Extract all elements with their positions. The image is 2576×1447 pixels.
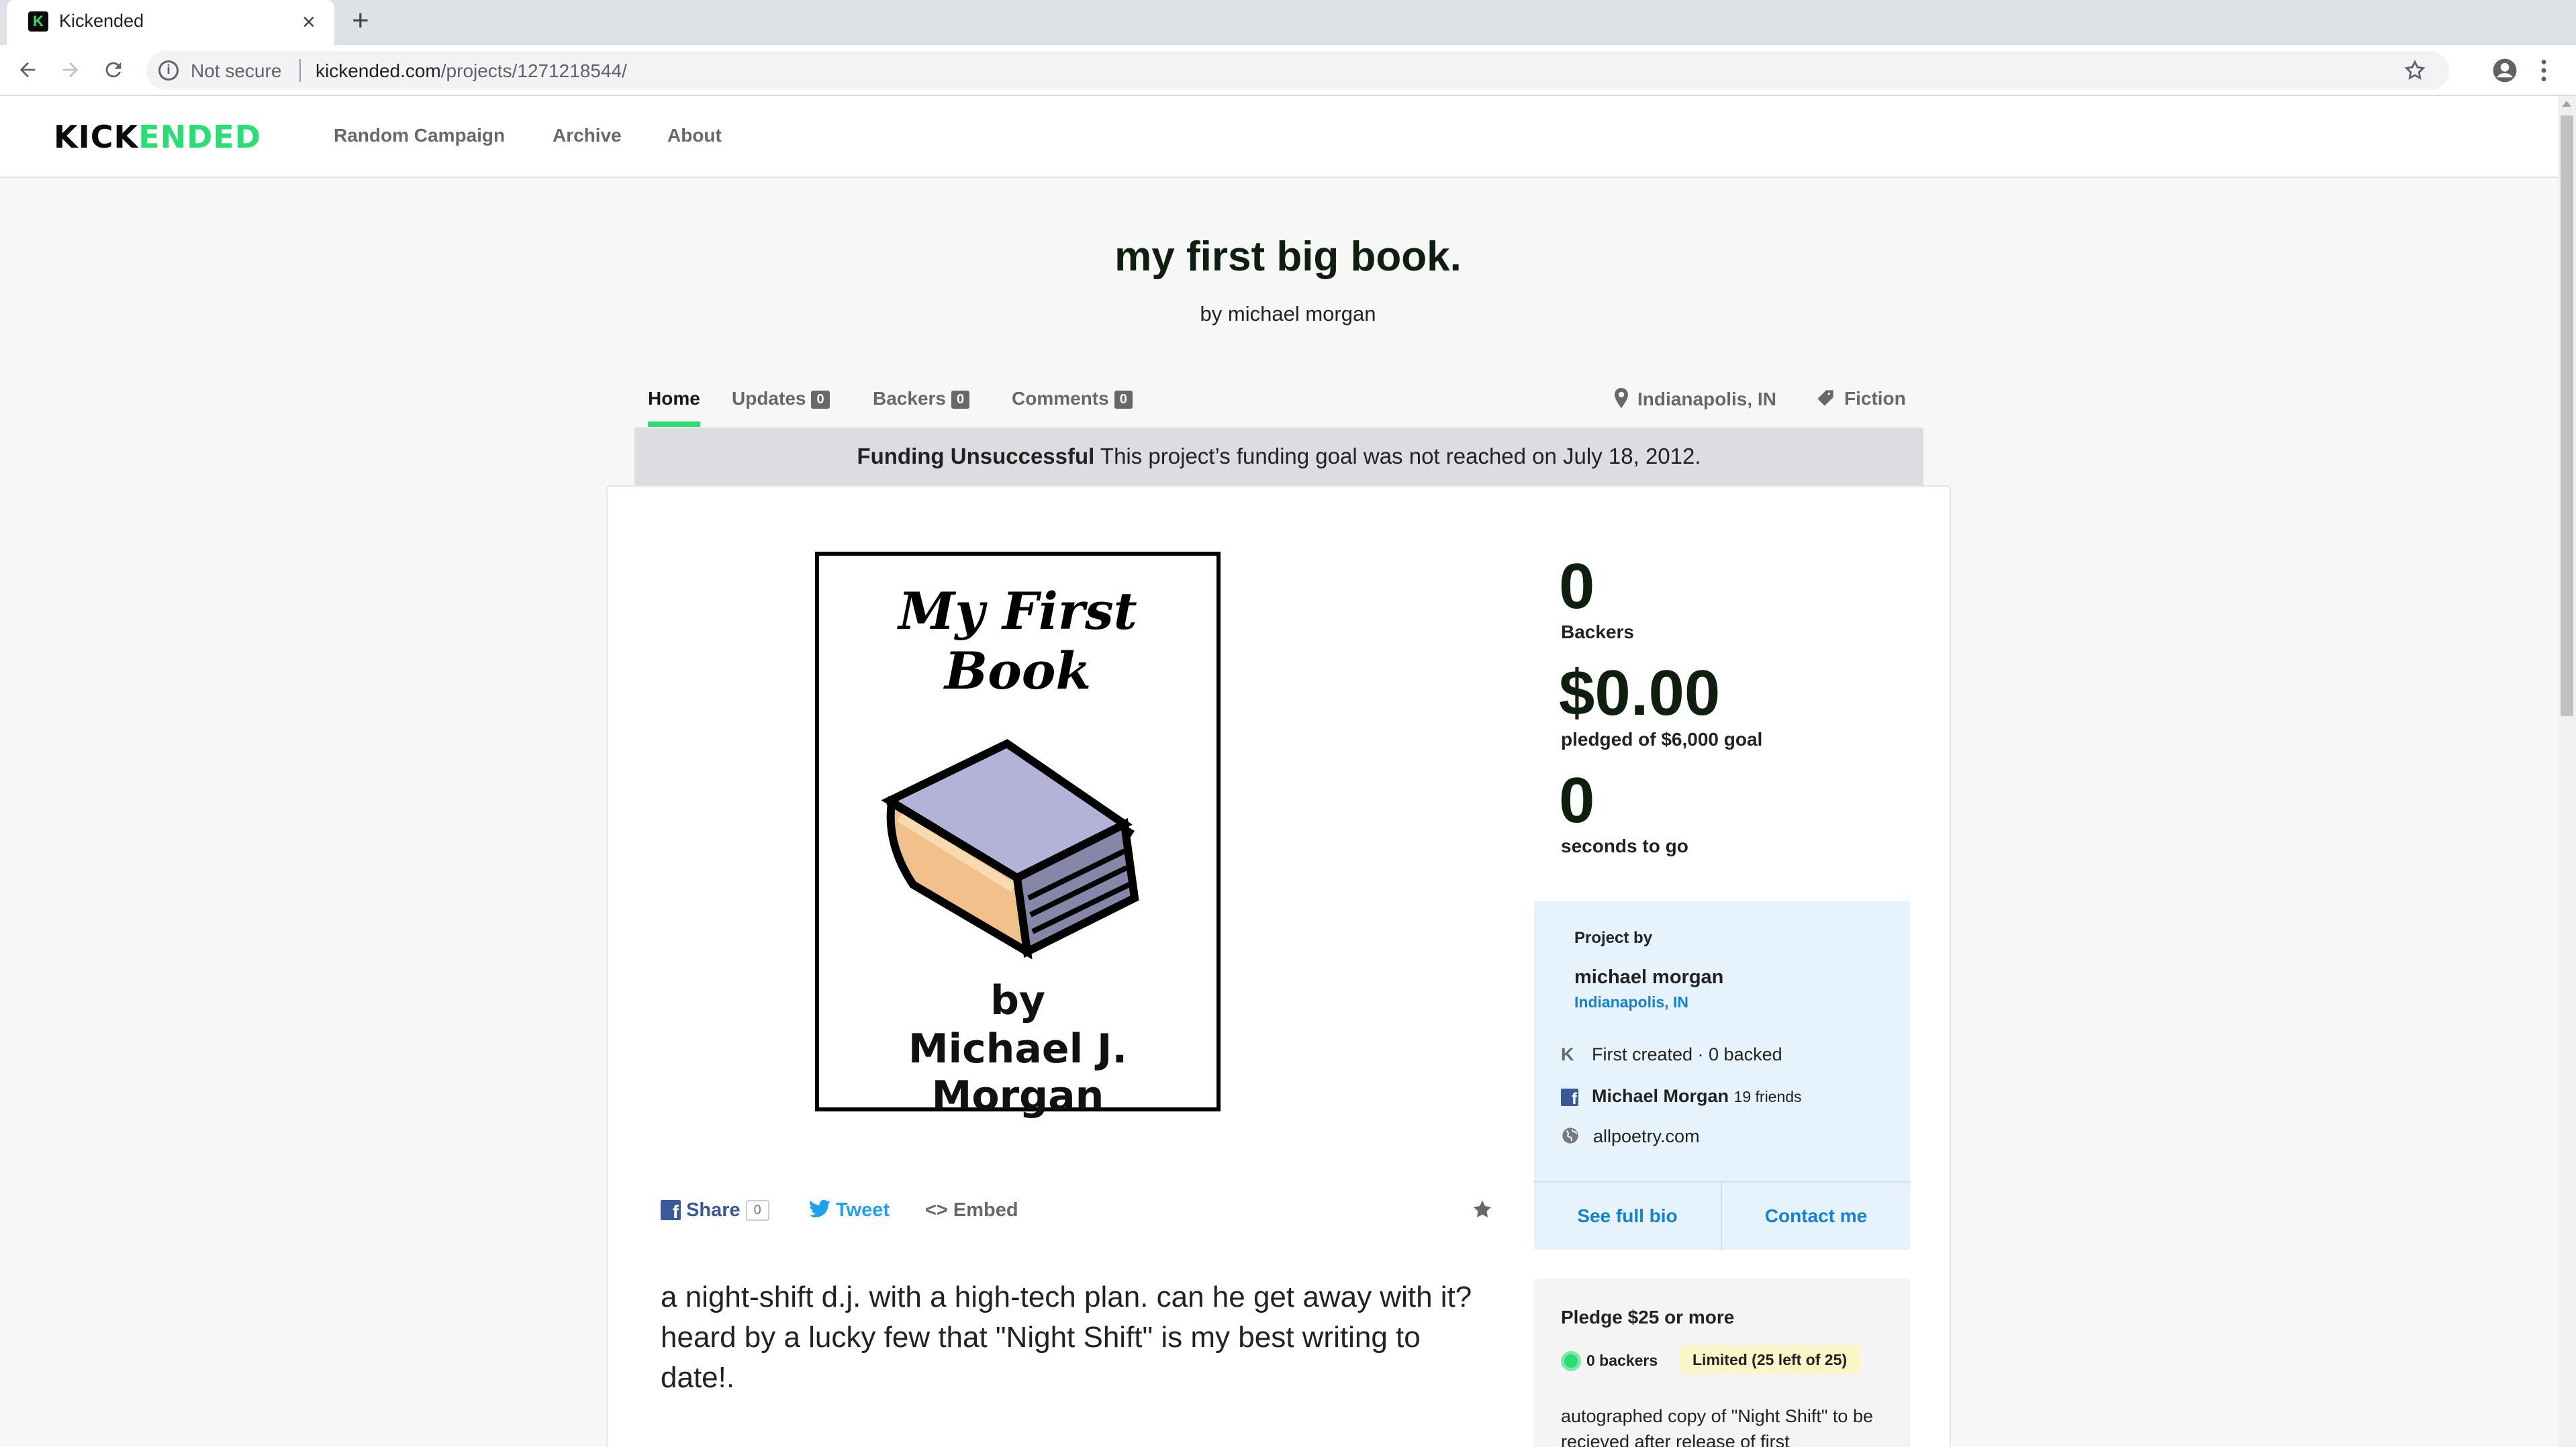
project-byline[interactable]: by michael morgan — [0, 302, 2576, 326]
back-arrow-icon[interactable] — [16, 58, 39, 81]
bookmark-star-icon[interactable] — [2403, 59, 2426, 82]
info-icon[interactable]: i — [158, 60, 179, 81]
project-blurb: a night-shift d.j. with a high-tech plan… — [661, 1281, 1472, 1394]
funding-status-label: Funding Unsuccessful — [857, 444, 1095, 468]
url-path: /projects/1271218544/ — [440, 60, 627, 81]
code-brackets-icon: <> — [925, 1199, 948, 1221]
tab-home[interactable]: Home — [648, 388, 700, 409]
share-label: Share — [686, 1199, 741, 1221]
category-label: Fiction — [1844, 388, 1906, 409]
tab-close-icon[interactable]: × — [302, 9, 316, 36]
creator-history: K First created · 0 backed — [1561, 1044, 1782, 1065]
twitter-bird-icon — [809, 1199, 830, 1218]
facebook-friends: 19 friends — [1733, 1088, 1802, 1105]
embed-label: Embed — [953, 1199, 1018, 1221]
contact-me-button[interactable]: Contact me — [1722, 1183, 1910, 1250]
time-remaining-label: seconds to go — [1561, 836, 1688, 856]
facebook-name: Michael Morgan — [1592, 1086, 1729, 1106]
share-count: 0 — [745, 1200, 769, 1221]
creator-website[interactable]: allpoetry.com — [1561, 1126, 1700, 1147]
facebook-square-icon: f — [1561, 1089, 1578, 1108]
reward-backers: 0 backers — [1561, 1351, 1658, 1371]
forward-arrow-icon[interactable] — [59, 58, 82, 81]
profile-icon[interactable] — [2492, 58, 2518, 83]
category-link[interactable]: Fiction — [1816, 388, 1906, 409]
creator-name[interactable]: michael morgan — [1574, 966, 1723, 989]
embed-button[interactable]: <> Embed — [925, 1199, 1018, 1221]
reload-icon[interactable] — [102, 58, 125, 81]
project-image[interactable]: My First Book by Michael J. Morgan — [815, 552, 1221, 1119]
backers-count: 0 — [1559, 550, 1595, 622]
tab-home-underline — [648, 421, 700, 427]
tab-updates-count: 0 — [811, 391, 830, 409]
creator-actions: See full bio Contact me — [1534, 1181, 1910, 1250]
tab-comments-label: Comments — [1012, 388, 1109, 409]
cover-by: by — [990, 977, 1046, 1024]
scrollbar-thumb[interactable] — [2561, 115, 2573, 716]
project-title: my first big book. — [1114, 234, 1462, 280]
pledged-amount: $0.00 — [1559, 657, 1721, 729]
tag-icon — [1816, 389, 1835, 407]
tab-backers-count: 0 — [951, 391, 970, 409]
funding-status-text: This project’s funding goal was not reac… — [1100, 444, 1701, 468]
url-domain: kickended.com — [316, 60, 441, 81]
reward-backers-text: 0 backers — [1586, 1352, 1658, 1369]
logo-kick: KICK — [54, 119, 139, 155]
url-divider — [299, 59, 301, 82]
nav-about[interactable]: About — [667, 125, 722, 146]
creator-facebook[interactable]: f Michael Morgan 19 friends — [1561, 1086, 1802, 1108]
browser-tab-strip — [0, 0, 2576, 45]
location-label: Indianapolis, IN — [1637, 389, 1776, 409]
creator-history-text: First created · 0 backed — [1592, 1044, 1782, 1064]
map-pin-icon — [1615, 388, 1628, 408]
creator-heading: Project by — [1574, 929, 1653, 947]
time-remaining: 0 — [1559, 764, 1595, 836]
browser-tab[interactable]: K Kickended × — [7, 0, 334, 45]
facebook-share-button[interactable]: f Share 0 — [661, 1199, 769, 1222]
creator-location[interactable]: Indianapolis, IN — [1574, 993, 1688, 1011]
address-bar[interactable]: i Not secure kickended.com/projects/1271… — [146, 51, 2449, 90]
site-logo[interactable]: KICKENDED — [54, 120, 261, 154]
reward-description: autographed copy of "Night Shift" to be … — [1561, 1406, 1873, 1447]
globe-icon — [1561, 1126, 1580, 1145]
tab-updates[interactable]: Updates 0 — [732, 388, 830, 409]
site-header: KICKENDED Random Campaign Archive About — [0, 96, 2576, 178]
tweet-label: Tweet — [836, 1199, 890, 1221]
funding-status-banner: Funding Unsuccessful This project’s fund… — [634, 428, 1923, 485]
reward-heading: Pledge $25 or more — [1561, 1307, 1735, 1328]
nav-random-campaign[interactable]: Random Campaign — [334, 125, 505, 146]
location-link[interactable]: Indianapolis, IN — [1615, 388, 1776, 410]
menu-kebab-icon[interactable] — [2540, 58, 2548, 83]
reward-tier[interactable]: Pledge $25 or more 0 backers Limited (25… — [1534, 1279, 1910, 1447]
facebook-icon: f — [661, 1200, 681, 1222]
nav-archive[interactable]: Archive — [553, 125, 622, 146]
tab-backers[interactable]: Backers 0 — [873, 388, 970, 409]
see-full-bio-button[interactable]: See full bio — [1534, 1183, 1722, 1250]
tab-title: Kickended — [59, 11, 144, 31]
url-text: kickended.com/projects/1271218544/ — [316, 60, 627, 82]
tweet-button[interactable]: Tweet — [809, 1199, 890, 1221]
remind-star-icon[interactable] — [1472, 1199, 1493, 1220]
scroll-up-arrow-icon[interactable] — [2562, 101, 2571, 107]
kickstarter-k-icon: K — [1561, 1044, 1574, 1064]
tab-favicon: K — [28, 11, 48, 32]
logo-ended: ENDED — [138, 119, 261, 155]
cover-author: Michael J. Morgan — [908, 1026, 1128, 1119]
backers-badge-icon — [1561, 1351, 1581, 1371]
reward-limit-badge: Limited (25 left of 25) — [1679, 1346, 1861, 1374]
security-label: Not secure — [191, 60, 282, 81]
tab-comments-count: 0 — [1114, 391, 1133, 409]
browser-toolbar: i Not secure kickended.com/projects/1271… — [0, 45, 2576, 96]
tab-home-label: Home — [648, 388, 700, 409]
backers-label: Backers — [1561, 621, 1634, 642]
pledged-label: pledged of $6,000 goal — [1561, 729, 1763, 750]
tab-comments[interactable]: Comments 0 — [1012, 388, 1133, 409]
tab-backers-label: Backers — [873, 388, 946, 409]
website-text: allpoetry.com — [1593, 1126, 1700, 1146]
tab-updates-label: Updates — [732, 388, 806, 409]
book-illustration — [853, 656, 1161, 965]
new-tab-button[interactable]: + — [352, 4, 369, 38]
